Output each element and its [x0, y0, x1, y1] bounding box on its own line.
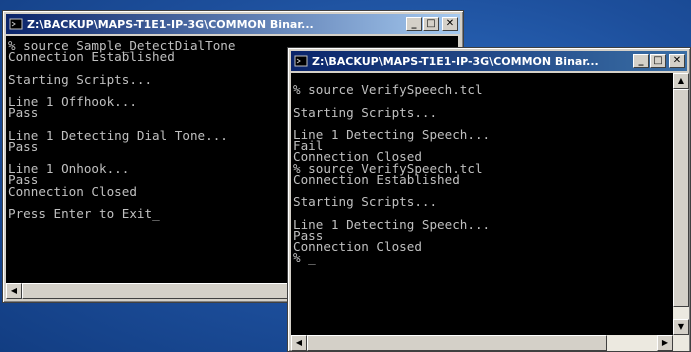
- close-button[interactable]: ✕: [442, 17, 458, 31]
- scroll-down-button[interactable]: ▼: [673, 319, 689, 335]
- text-cursor: _: [308, 250, 316, 266]
- minimize-icon: _: [411, 18, 417, 29]
- maximize-icon: □: [653, 55, 663, 66]
- maximize-button[interactable]: □: [423, 17, 439, 31]
- close-button[interactable]: ✕: [669, 54, 685, 68]
- console-line: Line 1 Detecting Speech...: [293, 216, 491, 232]
- scroll-left-button[interactable]: ◀: [291, 335, 307, 351]
- minimize-icon: _: [638, 55, 644, 66]
- horizontal-scrollbar[interactable]: ◀ ▶: [291, 335, 689, 351]
- console-window-verify-speech[interactable]: Z:\BACKUP\MAPS-T1E1-IP-3G\COMMON Binar..…: [287, 47, 691, 352]
- minimize-button[interactable]: _: [406, 17, 422, 31]
- console-line: Line 1 Detecting Speech...: [293, 127, 491, 143]
- text-cursor: _: [152, 206, 160, 222]
- minimize-button[interactable]: _: [633, 54, 649, 68]
- scroll-left-arrow-icon: ◀: [10, 286, 18, 295]
- maximize-button[interactable]: □: [650, 54, 666, 68]
- scroll-up-button[interactable]: ▲: [673, 73, 689, 89]
- console-line: Connection Closed: [293, 239, 422, 255]
- console-line: Starting Scripts...: [293, 104, 438, 120]
- window-title: Z:\BACKUP\MAPS-T1E1-IP-3G\COMMON Binar..…: [312, 54, 599, 68]
- console-line: Starting Scripts...: [293, 194, 438, 210]
- console-output[interactable]: % source VerifySpeech.tcl Starting Scrip…: [291, 73, 673, 335]
- scroll-up-arrow-icon: ▲: [677, 76, 685, 85]
- title-bar[interactable]: Z:\BACKUP\MAPS-T1E1-IP-3G\COMMON Binar..…: [291, 51, 687, 71]
- window-title: Z:\BACKUP\MAPS-T1E1-IP-3G\COMMON Binar..…: [27, 17, 314, 31]
- console-line: % source VerifySpeech.tcl: [293, 82, 483, 98]
- scroll-left-arrow-icon: ◀: [295, 338, 303, 347]
- title-bar[interactable]: Z:\BACKUP\MAPS-T1E1-IP-3G\COMMON Binar..…: [6, 14, 460, 34]
- console-icon: [294, 55, 308, 67]
- scroll-right-arrow-icon: ▶: [661, 338, 669, 347]
- scroll-down-arrow-icon: ▼: [677, 322, 685, 331]
- scroll-thumb[interactable]: [307, 335, 607, 351]
- console-icon: [9, 18, 23, 30]
- scroll-right-button[interactable]: ▶: [657, 335, 673, 351]
- scroll-thumb[interactable]: [673, 89, 689, 307]
- maximize-icon: □: [426, 18, 436, 29]
- vertical-scrollbar[interactable]: ▲ ▼: [673, 73, 689, 335]
- close-icon: ✕: [672, 55, 682, 66]
- close-icon: ✕: [445, 18, 455, 29]
- scroll-left-button[interactable]: ◀: [6, 283, 22, 299]
